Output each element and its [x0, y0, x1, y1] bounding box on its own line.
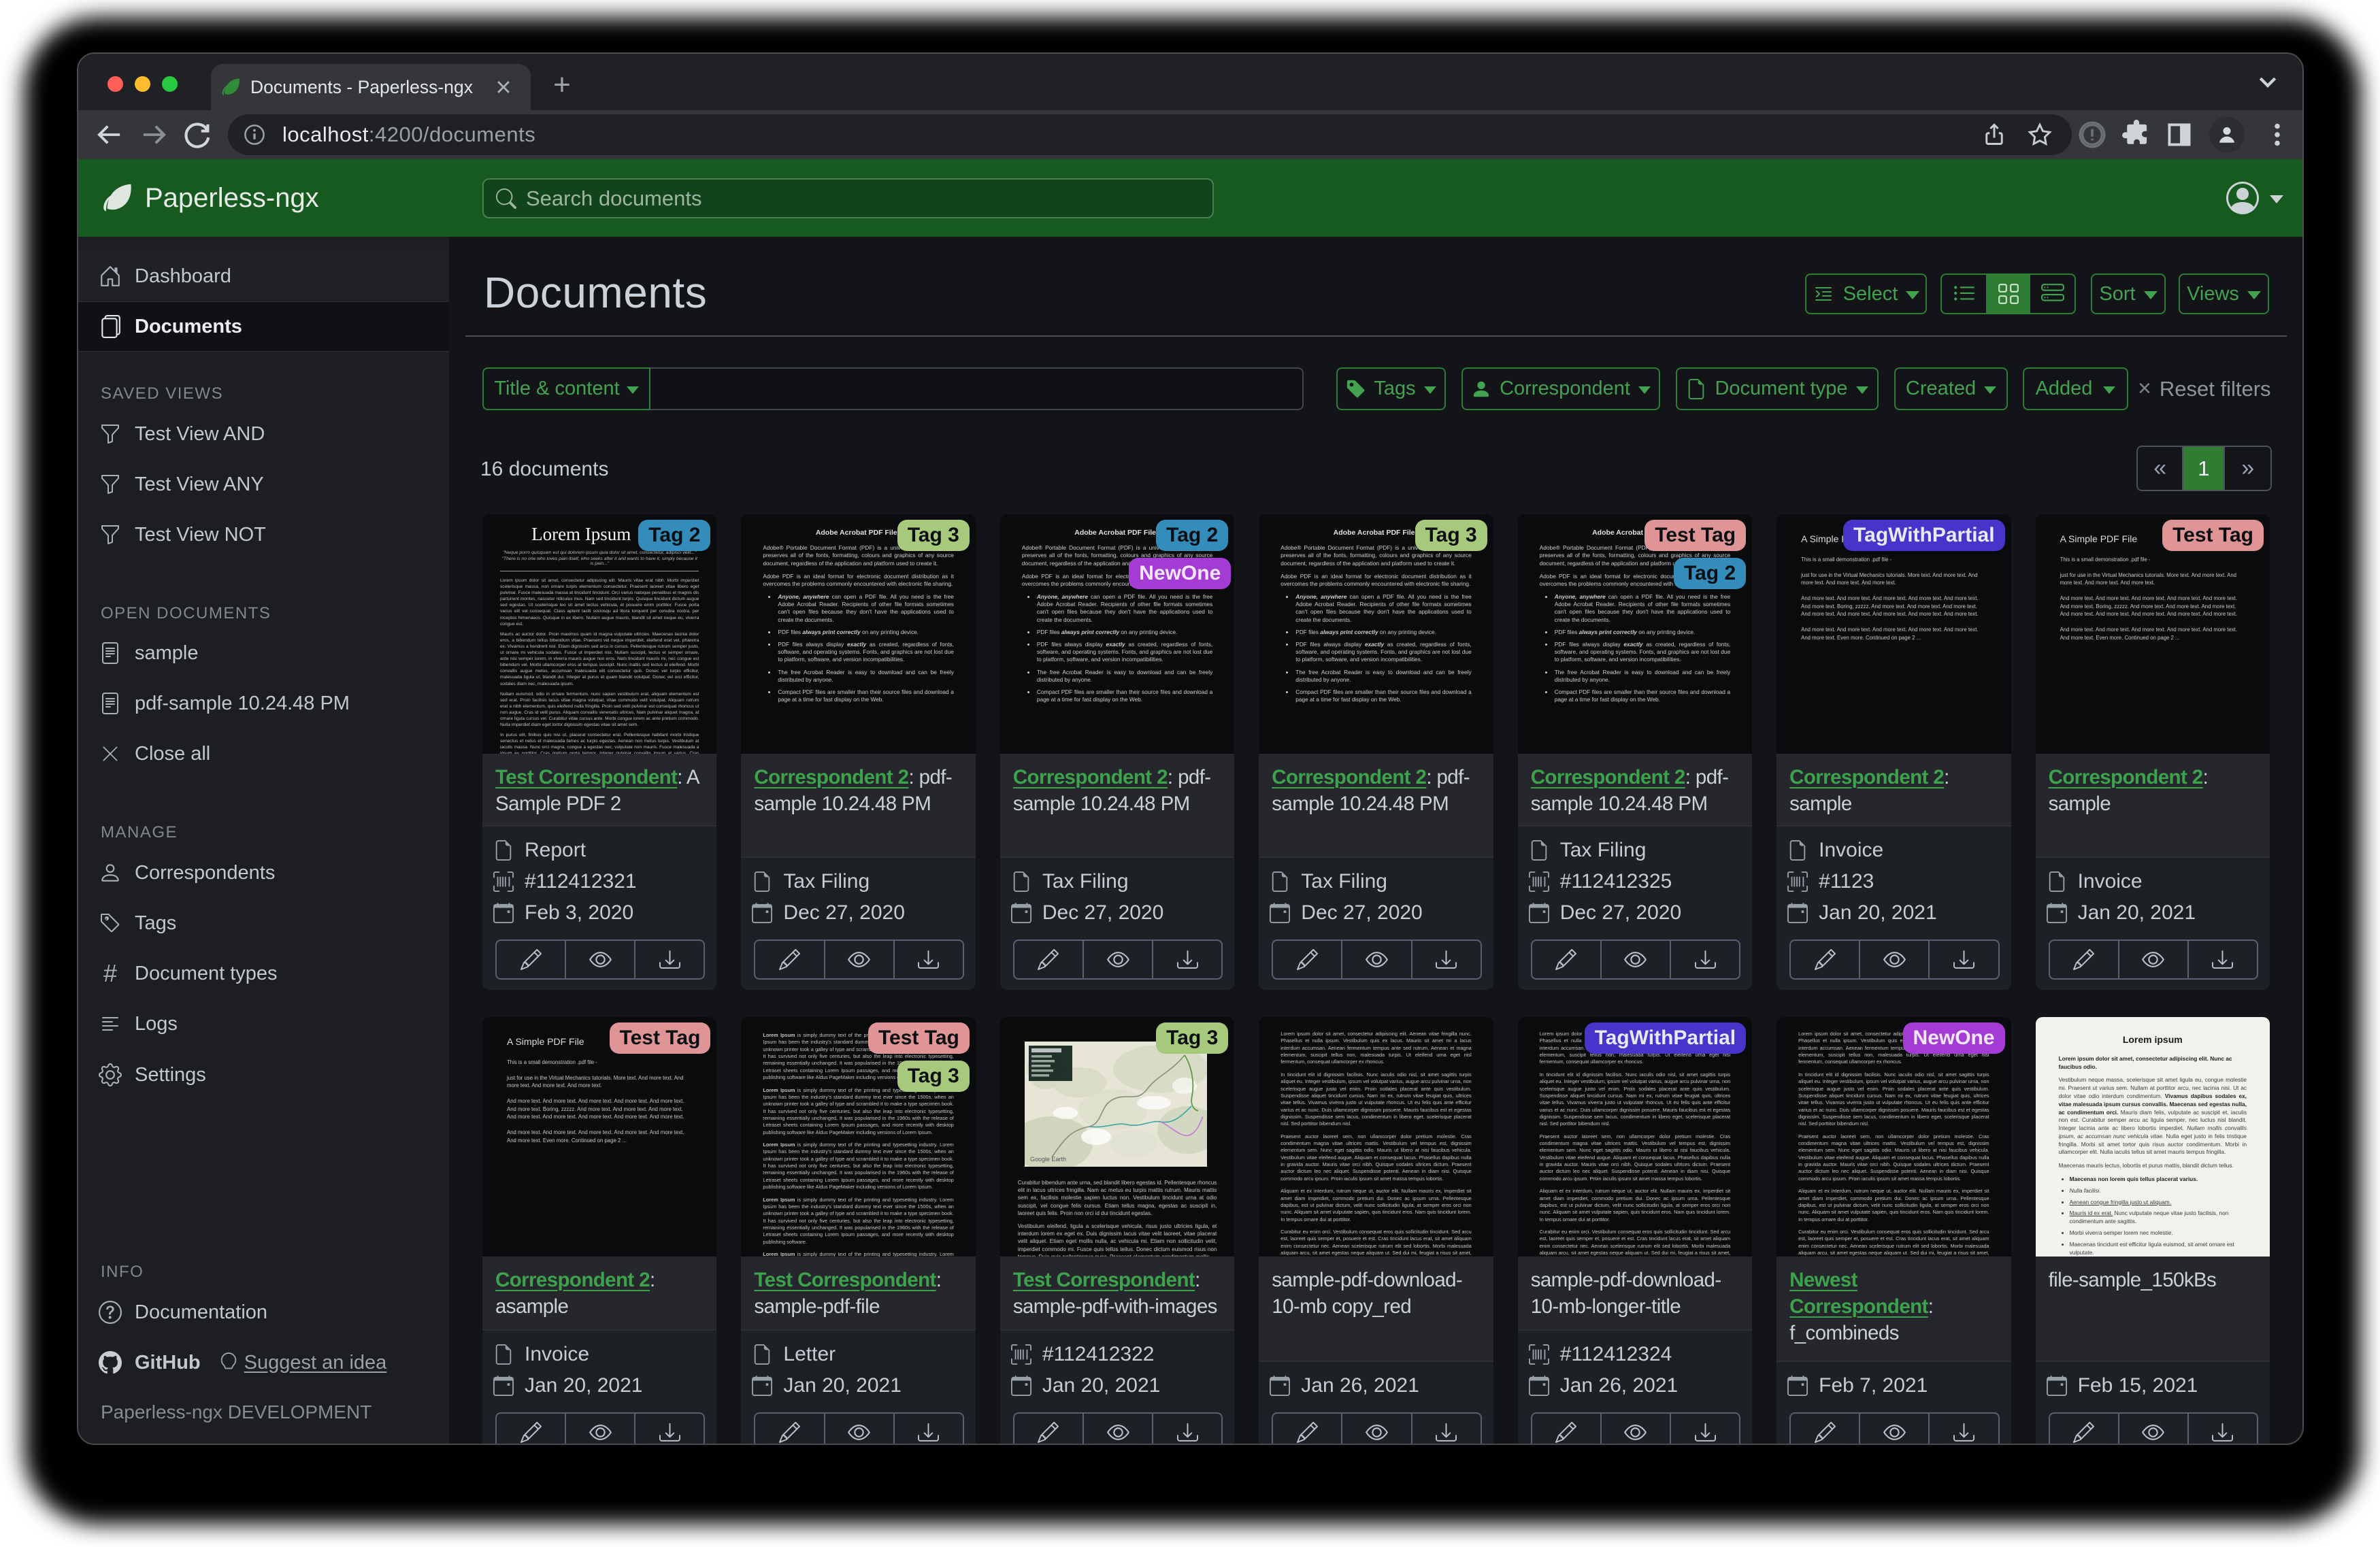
svg-text:Google Earth: Google Earth: [1030, 1156, 1066, 1163]
